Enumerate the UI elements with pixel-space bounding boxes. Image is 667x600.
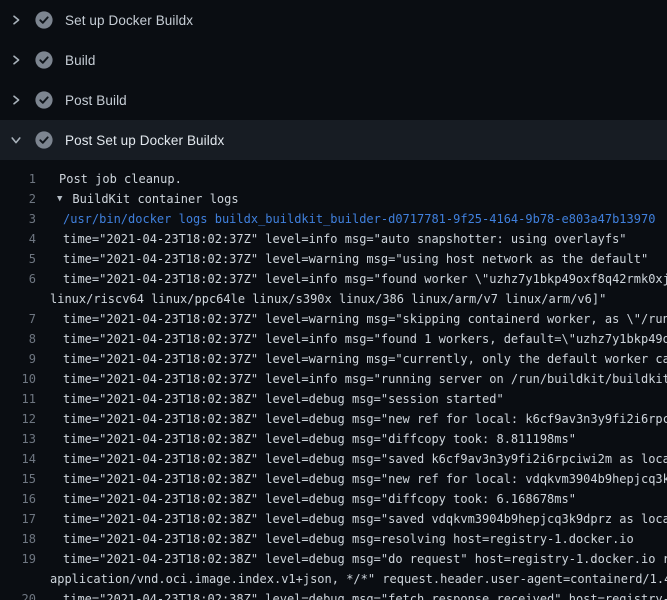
line-number[interactable]: 15 — [0, 469, 36, 489]
log-line-wrap: linux/riscv64 linux/ppc64le linux/s390x … — [0, 289, 667, 309]
log-text: time="2021-04-23T18:02:37Z" level=info m… — [36, 369, 667, 389]
log-text: time="2021-04-23T18:02:38Z" level=debug … — [36, 469, 667, 489]
line-number[interactable]: 10 — [0, 369, 36, 389]
log-line: 16 time="2021-04-23T18:02:38Z" level=deb… — [0, 489, 667, 509]
log-text: linux/riscv64 linux/ppc64le linux/s390x … — [36, 289, 606, 309]
log-container: 1 Post job cleanup. 2 ▼ BuildKit contain… — [0, 160, 667, 600]
log-line: 7 time="2021-04-23T18:02:37Z" level=warn… — [0, 309, 667, 329]
log-line: 2 ▼ BuildKit container logs — [0, 189, 667, 209]
line-number[interactable]: 6 — [0, 269, 36, 289]
step-row-collapsed[interactable]: Post Build — [0, 80, 667, 120]
check-circle-icon — [35, 91, 53, 109]
log-text: time="2021-04-23T18:02:38Z" level=debug … — [36, 409, 667, 429]
chevron-right-icon — [10, 94, 22, 106]
log-line: 18 time="2021-04-23T18:02:38Z" level=deb… — [0, 529, 667, 549]
step-row-expanded[interactable]: Post Set up Docker Buildx — [0, 120, 667, 160]
log-text: time="2021-04-23T18:02:38Z" level=debug … — [36, 529, 634, 549]
line-number[interactable]: 19 — [0, 549, 36, 569]
line-number[interactable]: 14 — [0, 449, 36, 469]
actions-log-viewer: Set up Docker Buildx Build — [0, 0, 667, 600]
line-number[interactable]: 8 — [0, 329, 36, 349]
log-line: 17 time="2021-04-23T18:02:38Z" level=deb… — [0, 509, 667, 529]
log-line: 1 Post job cleanup. — [0, 169, 667, 189]
log-text: time="2021-04-23T18:02:38Z" level=debug … — [36, 449, 667, 469]
step-title: Post Set up Docker Buildx — [65, 133, 224, 148]
line-number[interactable]: 2 — [0, 189, 36, 209]
log-text: time="2021-04-23T18:02:38Z" level=debug … — [36, 549, 667, 569]
step-row-collapsed[interactable]: Build — [0, 40, 667, 80]
log-line: 14 time="2021-04-23T18:02:38Z" level=deb… — [0, 449, 667, 469]
log-line: 11 time="2021-04-23T18:02:38Z" level=deb… — [0, 389, 667, 409]
log-text[interactable]: BuildKit container logs — [62, 189, 238, 209]
disclosure-triangle-icon[interactable]: ▼ — [36, 189, 62, 209]
log-text: time="2021-04-23T18:02:37Z" level=info m… — [36, 269, 667, 289]
check-circle-icon — [35, 51, 53, 69]
chevron-down-icon — [10, 134, 22, 146]
line-number[interactable]: 18 — [0, 529, 36, 549]
log-text: application/vnd.oci.image.index.v1+json,… — [36, 569, 667, 589]
log-line: 10 time="2021-04-23T18:02:37Z" level=inf… — [0, 369, 667, 389]
log-text: /usr/bin/docker logs buildx_buildkit_bui… — [36, 209, 655, 229]
log-line: 15 time="2021-04-23T18:02:38Z" level=deb… — [0, 469, 667, 489]
log-line: 13 time="2021-04-23T18:02:38Z" level=deb… — [0, 429, 667, 449]
line-number[interactable]: 12 — [0, 409, 36, 429]
step-title: Post Build — [65, 93, 127, 108]
log-line: 6 time="2021-04-23T18:02:37Z" level=info… — [0, 269, 667, 289]
line-number[interactable] — [0, 289, 36, 309]
log-line: 5 time="2021-04-23T18:02:37Z" level=warn… — [0, 249, 667, 269]
log-text: time="2021-04-23T18:02:38Z" level=debug … — [36, 429, 576, 449]
log-text: time="2021-04-23T18:02:38Z" level=debug … — [36, 389, 504, 409]
step-title: Build — [65, 53, 96, 68]
line-number[interactable]: 16 — [0, 489, 36, 509]
chevron-right-icon — [10, 54, 22, 66]
log-text: time="2021-04-23T18:02:37Z" level=info m… — [36, 329, 667, 349]
log-text: Post job cleanup. — [36, 169, 182, 189]
step-title: Set up Docker Buildx — [65, 13, 193, 28]
log-text: time="2021-04-23T18:02:37Z" level=warnin… — [36, 309, 667, 329]
log-text: time="2021-04-23T18:02:38Z" level=debug … — [36, 509, 667, 529]
log-text: time="2021-04-23T18:02:38Z" level=debug … — [36, 489, 576, 509]
line-number[interactable]: 7 — [0, 309, 36, 329]
line-number[interactable]: 20 — [0, 589, 36, 600]
line-number[interactable] — [0, 569, 36, 589]
log-line: 3 /usr/bin/docker logs buildx_buildkit_b… — [0, 209, 667, 229]
step-row-collapsed[interactable]: Set up Docker Buildx — [0, 0, 667, 40]
line-number[interactable]: 1 — [0, 169, 36, 189]
check-circle-icon — [35, 131, 53, 149]
chevron-right-icon — [10, 14, 22, 26]
line-number[interactable]: 9 — [0, 349, 36, 369]
log-line: 9 time="2021-04-23T18:02:37Z" level=warn… — [0, 349, 667, 369]
line-number[interactable]: 13 — [0, 429, 36, 449]
line-number[interactable]: 5 — [0, 249, 36, 269]
log-line: 20 time="2021-04-23T18:02:38Z" level=deb… — [0, 589, 667, 600]
log-line: 4 time="2021-04-23T18:02:37Z" level=info… — [0, 229, 667, 249]
check-circle-icon — [35, 11, 53, 29]
log-line: 12 time="2021-04-23T18:02:38Z" level=deb… — [0, 409, 667, 429]
log-line: 19 time="2021-04-23T18:02:38Z" level=deb… — [0, 549, 667, 569]
log-line-wrap: application/vnd.oci.image.index.v1+json,… — [0, 569, 667, 589]
log-text: time="2021-04-23T18:02:37Z" level=warnin… — [36, 349, 667, 369]
log-text: time="2021-04-23T18:02:38Z" level=debug … — [36, 589, 667, 600]
log-text: time="2021-04-23T18:02:37Z" level=warnin… — [36, 249, 648, 269]
log-line: 8 time="2021-04-23T18:02:37Z" level=info… — [0, 329, 667, 349]
line-number[interactable]: 11 — [0, 389, 36, 409]
log-text: time="2021-04-23T18:02:37Z" level=info m… — [36, 229, 627, 249]
line-number[interactable]: 4 — [0, 229, 36, 249]
line-number[interactable]: 17 — [0, 509, 36, 529]
line-number[interactable]: 3 — [0, 209, 36, 229]
steps-list: Set up Docker Buildx Build — [0, 0, 667, 160]
